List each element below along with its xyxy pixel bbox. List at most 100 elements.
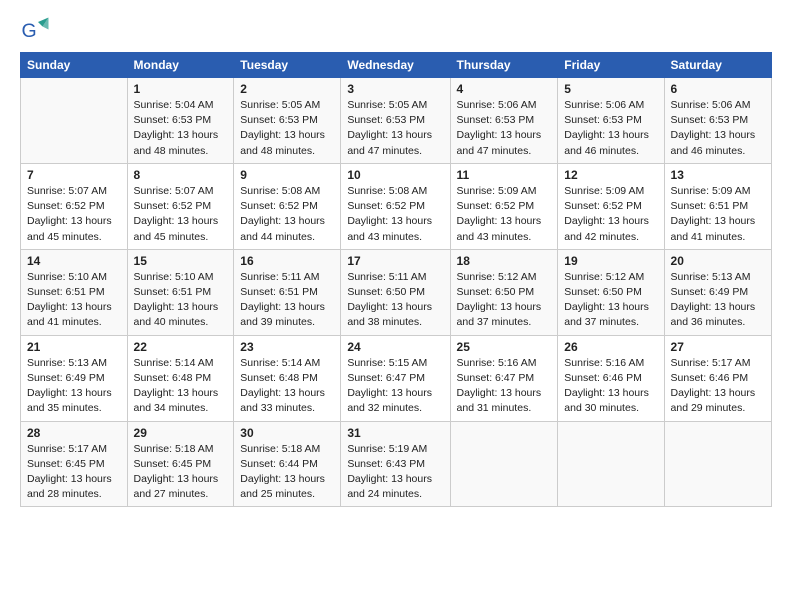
calendar-header-wednesday: Wednesday [341,53,450,78]
day-number: 28 [27,426,121,440]
calendar-cell: 14 Sunrise: 5:10 AM Sunset: 6:51 PM Dayli… [21,249,128,335]
day-number: 9 [240,168,334,182]
day-details: Sunrise: 5:16 AM Sunset: 6:47 PM Dayligh… [457,356,552,417]
day-number: 30 [240,426,334,440]
calendar-cell: 27 Sunrise: 5:17 AM Sunset: 6:46 PM Dayli… [664,335,771,421]
day-number: 4 [457,82,552,96]
day-details: Sunrise: 5:12 AM Sunset: 6:50 PM Dayligh… [564,270,657,331]
day-number: 23 [240,340,334,354]
calendar-header-row: SundayMondayTuesdayWednesdayThursdayFrid… [21,53,772,78]
day-details: Sunrise: 5:17 AM Sunset: 6:45 PM Dayligh… [27,442,121,503]
calendar-cell: 6 Sunrise: 5:06 AM Sunset: 6:53 PM Daylig… [664,78,771,164]
day-details: Sunrise: 5:18 AM Sunset: 6:45 PM Dayligh… [134,442,228,503]
day-number: 14 [27,254,121,268]
day-details: Sunrise: 5:15 AM Sunset: 6:47 PM Dayligh… [347,356,443,417]
calendar-cell: 28 Sunrise: 5:17 AM Sunset: 6:45 PM Dayli… [21,421,128,507]
day-details: Sunrise: 5:10 AM Sunset: 6:51 PM Dayligh… [134,270,228,331]
calendar-cell: 20 Sunrise: 5:13 AM Sunset: 6:49 PM Dayli… [664,249,771,335]
calendar-header-saturday: Saturday [664,53,771,78]
day-number: 27 [671,340,765,354]
day-number: 13 [671,168,765,182]
day-number: 16 [240,254,334,268]
day-number: 31 [347,426,443,440]
day-number: 20 [671,254,765,268]
day-details: Sunrise: 5:16 AM Sunset: 6:46 PM Dayligh… [564,356,657,417]
calendar-cell [558,421,664,507]
day-number: 2 [240,82,334,96]
calendar-cell: 17 Sunrise: 5:11 AM Sunset: 6:50 PM Dayli… [341,249,450,335]
day-details: Sunrise: 5:06 AM Sunset: 6:53 PM Dayligh… [671,98,765,159]
day-details: Sunrise: 5:08 AM Sunset: 6:52 PM Dayligh… [240,184,334,245]
day-details: Sunrise: 5:11 AM Sunset: 6:50 PM Dayligh… [347,270,443,331]
day-details: Sunrise: 5:09 AM Sunset: 6:52 PM Dayligh… [457,184,552,245]
day-number: 21 [27,340,121,354]
calendar-week-row: 28 Sunrise: 5:17 AM Sunset: 6:45 PM Dayli… [21,421,772,507]
calendar-cell: 10 Sunrise: 5:08 AM Sunset: 6:52 PM Dayli… [341,163,450,249]
day-number: 19 [564,254,657,268]
calendar-cell: 2 Sunrise: 5:05 AM Sunset: 6:53 PM Daylig… [234,78,341,164]
day-details: Sunrise: 5:10 AM Sunset: 6:51 PM Dayligh… [27,270,121,331]
calendar-cell: 22 Sunrise: 5:14 AM Sunset: 6:48 PM Dayli… [127,335,234,421]
day-details: Sunrise: 5:09 AM Sunset: 6:52 PM Dayligh… [564,184,657,245]
day-details: Sunrise: 5:07 AM Sunset: 6:52 PM Dayligh… [27,184,121,245]
day-number: 12 [564,168,657,182]
calendar-week-row: 21 Sunrise: 5:13 AM Sunset: 6:49 PM Dayli… [21,335,772,421]
day-number: 6 [671,82,765,96]
calendar-cell: 23 Sunrise: 5:14 AM Sunset: 6:48 PM Dayli… [234,335,341,421]
calendar-cell: 7 Sunrise: 5:07 AM Sunset: 6:52 PM Daylig… [21,163,128,249]
day-details: Sunrise: 5:13 AM Sunset: 6:49 PM Dayligh… [27,356,121,417]
calendar-cell: 13Sunrise: 5:09 AM Sunset: 6:51 PM Dayli… [664,163,771,249]
logo-icon: G [20,16,50,46]
day-details: Sunrise: 5:08 AM Sunset: 6:52 PM Dayligh… [347,184,443,245]
calendar-cell: 12 Sunrise: 5:09 AM Sunset: 6:52 PM Dayli… [558,163,664,249]
calendar-cell [450,421,558,507]
page-container: G SundayMondayTuesdayWednesdayThursdayFr… [0,0,792,517]
day-number: 7 [27,168,121,182]
day-number: 5 [564,82,657,96]
calendar-header-thursday: Thursday [450,53,558,78]
day-details: Sunrise: 5:13 AM Sunset: 6:49 PM Dayligh… [671,270,765,331]
calendar-cell: 24 Sunrise: 5:15 AM Sunset: 6:47 PM Dayli… [341,335,450,421]
day-details: Sunrise: 5:06 AM Sunset: 6:53 PM Dayligh… [457,98,552,159]
day-details: Sunrise: 5:04 AM Sunset: 6:53 PM Dayligh… [134,98,228,159]
calendar-table: SundayMondayTuesdayWednesdayThursdayFrid… [20,52,772,507]
calendar-cell: 29 Sunrise: 5:18 AM Sunset: 6:45 PM Dayli… [127,421,234,507]
day-number: 15 [134,254,228,268]
calendar-week-row: 1 Sunrise: 5:04 AM Sunset: 6:53 PM Daylig… [21,78,772,164]
day-number: 26 [564,340,657,354]
calendar-cell: 25Sunrise: 5:16 AM Sunset: 6:47 PM Dayli… [450,335,558,421]
day-details: Sunrise: 5:19 AM Sunset: 6:43 PM Dayligh… [347,442,443,503]
day-details: Sunrise: 5:07 AM Sunset: 6:52 PM Dayligh… [134,184,228,245]
day-number: 10 [347,168,443,182]
calendar-cell: 11 Sunrise: 5:09 AM Sunset: 6:52 PM Dayli… [450,163,558,249]
day-number: 17 [347,254,443,268]
calendar-header-monday: Monday [127,53,234,78]
calendar-cell: 19 Sunrise: 5:12 AM Sunset: 6:50 PM Dayli… [558,249,664,335]
calendar-cell: 30 Sunrise: 5:18 AM Sunset: 6:44 PM Dayli… [234,421,341,507]
day-details: Sunrise: 5:05 AM Sunset: 6:53 PM Dayligh… [347,98,443,159]
calendar-cell: 3 Sunrise: 5:05 AM Sunset: 6:53 PM Daylig… [341,78,450,164]
calendar-cell: 16Sunrise: 5:11 AM Sunset: 6:51 PM Dayli… [234,249,341,335]
day-details: Sunrise: 5:18 AM Sunset: 6:44 PM Dayligh… [240,442,334,503]
calendar-cell: 4 Sunrise: 5:06 AM Sunset: 6:53 PM Daylig… [450,78,558,164]
day-details: Sunrise: 5:14 AM Sunset: 6:48 PM Dayligh… [134,356,228,417]
day-number: 1 [134,82,228,96]
calendar-cell [21,78,128,164]
day-details: Sunrise: 5:06 AM Sunset: 6:53 PM Dayligh… [564,98,657,159]
calendar-cell: 15 Sunrise: 5:10 AM Sunset: 6:51 PM Dayli… [127,249,234,335]
calendar-week-row: 14 Sunrise: 5:10 AM Sunset: 6:51 PM Dayli… [21,249,772,335]
day-number: 22 [134,340,228,354]
day-number: 3 [347,82,443,96]
day-details: Sunrise: 5:17 AM Sunset: 6:46 PM Dayligh… [671,356,765,417]
calendar-cell: 18Sunrise: 5:12 AM Sunset: 6:50 PM Dayli… [450,249,558,335]
day-number: 29 [134,426,228,440]
day-number: 11 [457,168,552,182]
calendar-week-row: 7 Sunrise: 5:07 AM Sunset: 6:52 PM Daylig… [21,163,772,249]
day-details: Sunrise: 5:05 AM Sunset: 6:53 PM Dayligh… [240,98,334,159]
calendar-cell: 8Sunrise: 5:07 AM Sunset: 6:52 PM Daylig… [127,163,234,249]
day-details: Sunrise: 5:12 AM Sunset: 6:50 PM Dayligh… [457,270,552,331]
day-number: 24 [347,340,443,354]
calendar-cell: 31 Sunrise: 5:19 AM Sunset: 6:43 PM Dayli… [341,421,450,507]
calendar-cell: 9 Sunrise: 5:08 AM Sunset: 6:52 PM Daylig… [234,163,341,249]
day-details: Sunrise: 5:14 AM Sunset: 6:48 PM Dayligh… [240,356,334,417]
